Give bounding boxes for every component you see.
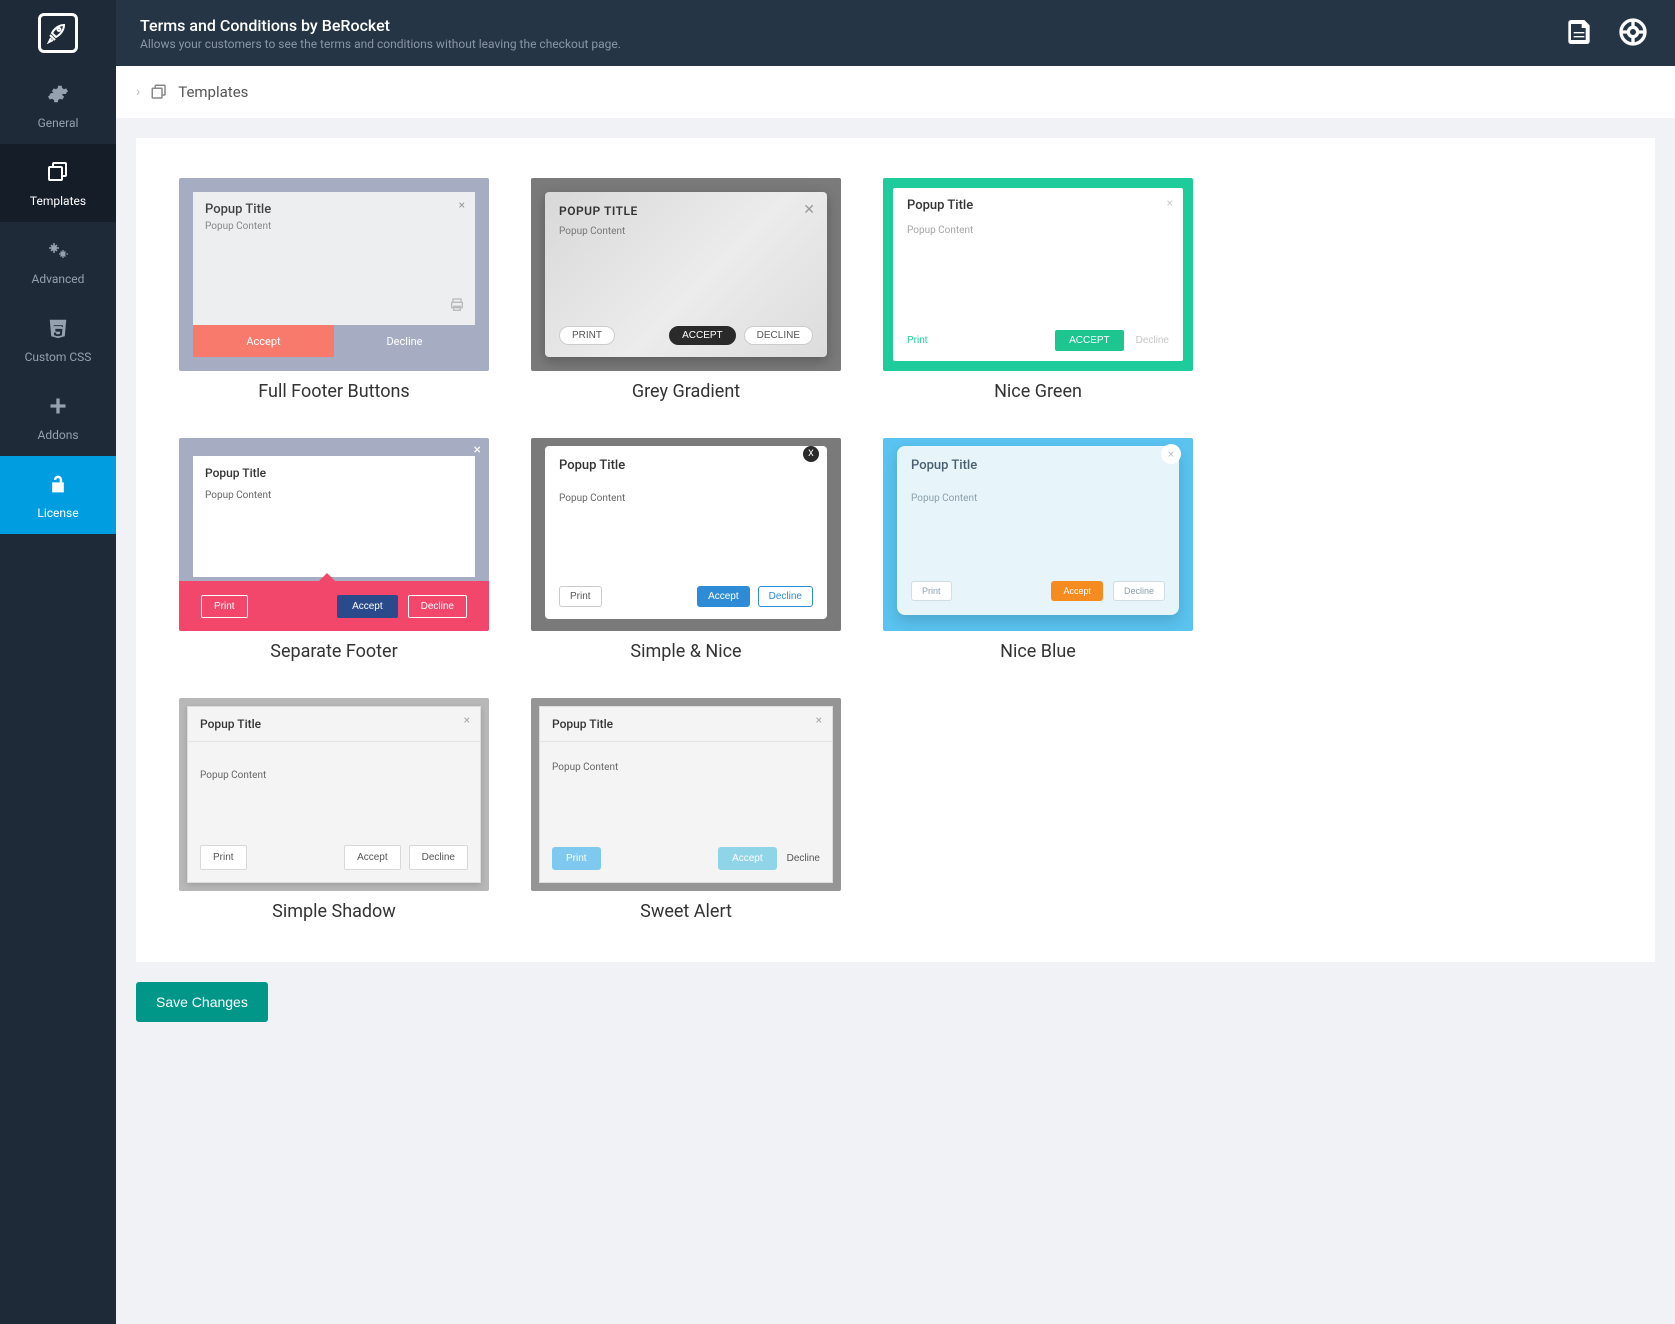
sidebar-item-addons[interactable]: Addons xyxy=(0,378,116,456)
close-icon: × xyxy=(816,713,822,727)
close-icon: × xyxy=(1161,444,1181,464)
printer-icon xyxy=(449,297,465,317)
popup-content: Popup Content xyxy=(193,221,475,325)
print-button: Print xyxy=(911,581,952,601)
content: × Popup Title Popup Content Accept Decli… xyxy=(136,138,1655,962)
template-sweet-alert[interactable]: × Popup Title Popup Content Print Accept… xyxy=(531,698,841,891)
templates-icon xyxy=(150,83,168,101)
accept-button: Accept xyxy=(337,595,398,618)
accept-button: Accept xyxy=(1051,581,1103,601)
accept-button: Accept xyxy=(344,845,401,870)
popup-title: POPUP TITLE xyxy=(545,192,827,224)
template-label: Full Footer Buttons xyxy=(258,381,409,402)
css-icon xyxy=(44,314,72,342)
print-button: Print xyxy=(552,847,601,870)
template-separate-footer[interactable]: × Popup Title Popup Content Print Accept… xyxy=(179,438,489,631)
popup-content: Popup Content xyxy=(540,742,832,837)
template-grey-gradient[interactable]: ✕ POPUP TITLE Popup Content PRINT ACCEPT… xyxy=(531,178,841,371)
docs-icon[interactable] xyxy=(1563,16,1597,50)
save-button[interactable]: Save Changes xyxy=(136,982,268,1022)
template-nice-blue[interactable]: × Popup Title Popup Content Print Accept… xyxy=(883,438,1193,631)
sidebar-item-label: Templates xyxy=(30,194,86,208)
popup-content: Popup Content xyxy=(893,219,1183,320)
template-simple-shadow[interactable]: × Popup Title Popup Content Print Accept… xyxy=(179,698,489,891)
print-button: Print xyxy=(559,586,602,607)
rocket-icon xyxy=(46,21,70,45)
popup-title: Popup Title xyxy=(193,192,475,221)
logo xyxy=(0,0,116,66)
decline-button: Decline xyxy=(758,586,813,607)
popup-title: Popup Title xyxy=(893,188,1183,219)
sidebar-item-label: General xyxy=(38,116,79,130)
sidebar: General Templates Advanced Custom CSS Ad… xyxy=(0,0,116,1324)
breadcrumb: › Templates xyxy=(116,66,1675,118)
sidebar-item-label: Advanced xyxy=(32,272,85,286)
print-button: Print xyxy=(201,595,248,618)
sidebar-item-general[interactable]: General xyxy=(0,66,116,144)
decline-button: Decline xyxy=(408,595,467,618)
template-label: Nice Green xyxy=(994,381,1082,402)
sidebar-item-label: License xyxy=(37,506,78,520)
popup-title: Popup Title xyxy=(540,707,832,742)
popup-content: Popup Content xyxy=(545,224,827,316)
template-label: Simple Shadow xyxy=(272,901,396,922)
accept-button: Accept xyxy=(697,586,750,607)
sidebar-item-advanced[interactable]: Advanced xyxy=(0,222,116,300)
accept-button: Accept xyxy=(193,325,334,357)
template-full-footer-buttons[interactable]: × Popup Title Popup Content Accept Decli… xyxy=(179,178,489,371)
popup-content: Popup Content xyxy=(545,479,827,576)
page-title: Terms and Conditions by BeRocket xyxy=(140,16,1563,35)
sidebar-item-templates[interactable]: Templates xyxy=(0,144,116,222)
templates-icon xyxy=(44,158,72,186)
popup-content: Popup Content xyxy=(188,742,480,835)
sidebar-item-label: Custom CSS xyxy=(25,350,92,364)
template-label: Grey Gradient xyxy=(632,381,740,402)
decline-button: Decline xyxy=(1113,581,1165,601)
popup-title: Popup Title xyxy=(188,707,480,742)
popup-title: Popup Title xyxy=(897,446,1179,479)
accept-button: ACCEPT xyxy=(1055,330,1124,351)
close-icon: × xyxy=(464,713,470,727)
close-icon: X xyxy=(803,446,819,462)
header: Terms and Conditions by BeRocket Allows … xyxy=(116,0,1675,66)
accept-button: Accept xyxy=(718,847,777,870)
chevron-right-icon: › xyxy=(136,84,140,100)
print-button: Print xyxy=(200,845,247,870)
popup-content: Popup Content xyxy=(897,479,1179,571)
sidebar-item-custom-css[interactable]: Custom CSS xyxy=(0,300,116,378)
decline-button: Decline xyxy=(409,845,468,870)
template-label: Simple & Nice xyxy=(630,641,741,662)
template-simple-nice[interactable]: X Popup Title Popup Content Print Accept… xyxy=(531,438,841,631)
breadcrumb-label: Templates xyxy=(178,83,248,101)
template-nice-green[interactable]: × Popup Title Popup Content Print ACCEPT… xyxy=(883,178,1193,371)
sidebar-item-label: Addons xyxy=(37,428,78,442)
popup-title: Popup Title xyxy=(545,446,827,479)
template-label: Separate Footer xyxy=(270,641,397,662)
decline-button: Decline xyxy=(334,325,475,357)
decline-button: Decline xyxy=(787,853,820,864)
close-icon: × xyxy=(459,198,465,212)
gear-icon xyxy=(44,80,72,108)
print-button: Print xyxy=(907,335,928,346)
support-icon[interactable] xyxy=(1617,16,1651,50)
gears-icon xyxy=(44,236,72,264)
accept-button: ACCEPT xyxy=(669,326,736,345)
close-icon: ✕ xyxy=(803,202,815,218)
print-button: PRINT xyxy=(559,326,615,345)
sidebar-item-license[interactable]: License xyxy=(0,456,116,534)
template-label: Sweet Alert xyxy=(640,901,732,922)
decline-button: Decline xyxy=(1136,335,1169,346)
popup-title: Popup Title xyxy=(193,456,475,484)
popup-content: Popup Content xyxy=(193,484,475,507)
template-label: Nice Blue xyxy=(1000,641,1076,662)
close-icon: × xyxy=(1167,196,1173,210)
unlock-icon xyxy=(44,470,72,498)
plus-icon xyxy=(44,392,72,420)
page-subtitle: Allows your customers to see the terms a… xyxy=(140,37,1563,51)
decline-button: DECLINE xyxy=(744,326,813,345)
